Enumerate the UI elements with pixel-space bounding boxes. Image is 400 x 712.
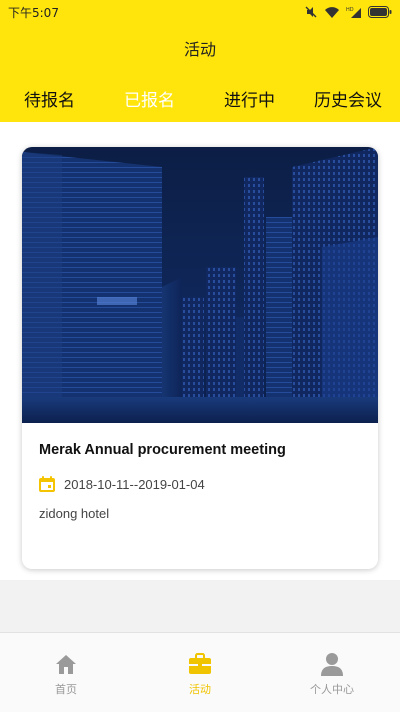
tab-registered[interactable]: 已报名 <box>124 86 175 111</box>
person-icon <box>321 653 343 676</box>
tab-in-progress[interactable]: 进行中 <box>224 86 275 111</box>
status-icons: HD <box>304 4 392 20</box>
nav-home[interactable]: 首页 <box>26 651 106 697</box>
event-date-row: 2018-10-11--2019-01-04 <box>38 473 205 495</box>
event-list: Merak Annual procurement meeting 2018-10… <box>0 122 400 580</box>
tab-pending-registration[interactable]: 待报名 <box>24 86 75 111</box>
bottom-navigation: 首页 活动 个人中心 <box>0 632 400 712</box>
event-card[interactable]: Merak Annual procurement meeting 2018-10… <box>22 147 378 569</box>
signal-icon: HD <box>346 7 361 18</box>
battery-icon <box>368 6 392 18</box>
wifi-icon <box>325 6 339 18</box>
page-title: 活动 <box>183 40 216 59</box>
status-bar: 下午5:07 HD <box>0 0 400 24</box>
tab-history-meetings[interactable]: 历史会议 <box>314 86 382 111</box>
city-night-image <box>22 147 378 423</box>
svg-text:HD: HD <box>346 7 354 13</box>
calendar-icon <box>39 476 55 492</box>
event-tabs: 待报名 已报名 进行中 历史会议 <box>0 86 400 112</box>
nav-profile[interactable]: 个人中心 <box>292 651 372 697</box>
status-time: 下午5:07 <box>8 6 59 20</box>
mute-icon <box>305 6 317 18</box>
event-date-range: 2018-10-11--2019-01-04 <box>64 476 205 492</box>
nav-profile-label: 个人中心 <box>310 683 354 696</box>
nav-home-label: 首页 <box>55 683 77 696</box>
event-title: Merak Annual procurement meeting <box>39 442 286 458</box>
home-icon <box>56 655 76 674</box>
event-location: zidong hotel <box>39 506 110 521</box>
briefcase-icon <box>189 653 211 674</box>
nav-activity-label: 活动 <box>189 683 211 696</box>
nav-activity[interactable]: 活动 <box>160 651 240 697</box>
app-header: 下午5:07 HD 活动 待报名 已报名 进行中 历史会议 <box>0 0 400 122</box>
